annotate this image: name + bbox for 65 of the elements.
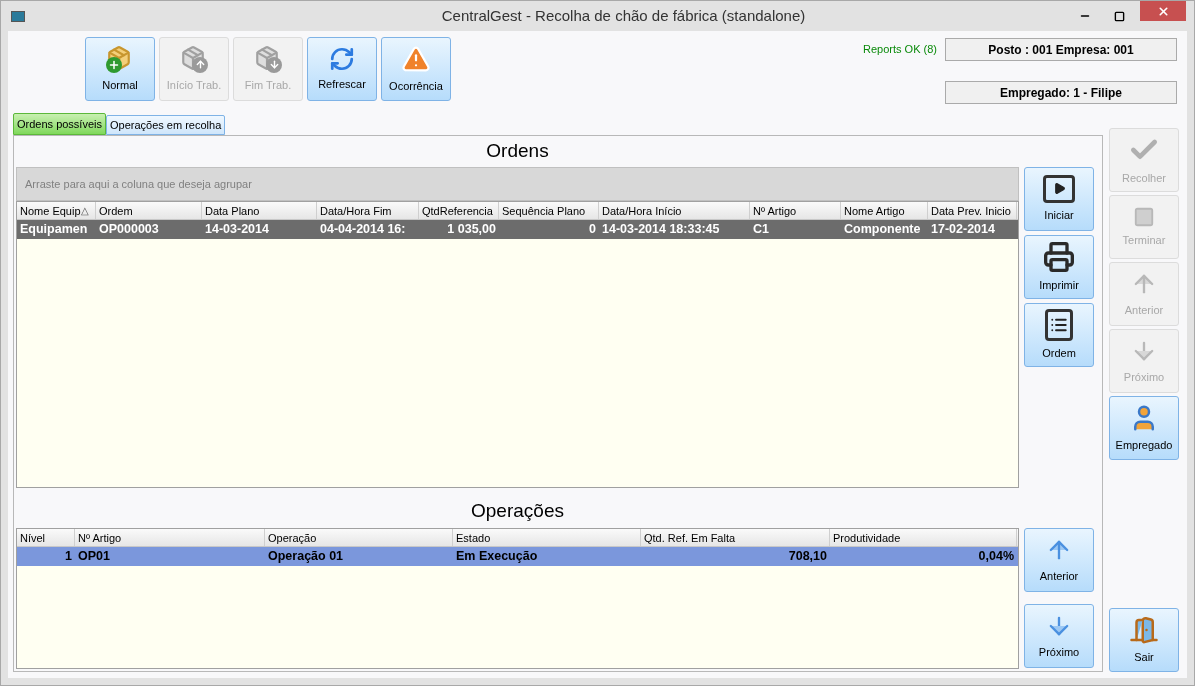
tab[interactable]: Ordens possíveis <box>13 113 106 135</box>
table-row[interactable]: 1 OP01 Operação 01 Em Execução 708,10 0,04% <box>17 547 1018 566</box>
play-icon <box>1043 174 1075 203</box>
refresh-icon <box>329 45 355 72</box>
section-title: Ordens <box>486 139 549 164</box>
table-cell-text: 1 035,00 <box>446 221 497 238</box>
toolbar-button[interactable]: Refrescar <box>307 37 377 101</box>
table-row[interactable]: Equipamen OP000003 14-03-2014 04-04-2014 16: 1 035,00 0 14-03-2014 18:33:45 C1 Componente 17-02-2014 <box>17 220 1018 239</box>
close-button[interactable] <box>1140 1 1186 21</box>
nav-button[interactable]: Próximo <box>1024 604 1094 668</box>
table-cell-text: 04-04-2014 16: <box>319 221 407 238</box>
column-header[interactable]: Operação <box>265 529 453 546</box>
table-cell-text: 17-02-2014 <box>930 221 996 238</box>
door-icon <box>1129 614 1159 645</box>
column-header[interactable]: QtdReferencia <box>419 202 499 219</box>
list-icon <box>1045 308 1073 341</box>
column-header[interactable]: Nome Artigo <box>841 202 928 219</box>
table-cell-text: 0,04% <box>977 548 1015 565</box>
column-header[interactable]: Nível <box>17 529 75 546</box>
table-cell-text: 1 <box>64 548 73 565</box>
table-cell-text: OP000003 <box>98 221 160 238</box>
table-cell-text: 14-03-2014 18:33:45 <box>601 221 721 238</box>
maximize-icon <box>1113 10 1125 22</box>
boxes-down-arrow-icon <box>254 44 282 73</box>
exit-button[interactable]: Sair <box>1109 608 1179 672</box>
table-cell-text: Em Execução <box>455 548 539 565</box>
section-title: Operações <box>471 498 564 523</box>
column-header[interactable]: Produtividade <box>830 529 1017 546</box>
column-header[interactable]: Estado <box>453 529 641 546</box>
table-cell-text: 0 <box>588 221 597 238</box>
table-cell-text: OP01 <box>77 548 111 565</box>
square-icon <box>1133 205 1155 228</box>
station-label: Posto : 001 Empresa: 001 <box>945 38 1177 61</box>
column-header[interactable]: Nome Equip△ <box>17 202 96 219</box>
toolbar-button[interactable]: Normal <box>85 37 155 101</box>
tab[interactable]: Operações em recolha <box>106 115 226 135</box>
table-cell-text: 708,10 <box>787 548 828 565</box>
side-button[interactable]: Empregado <box>1109 396 1179 460</box>
close-icon <box>1156 4 1170 18</box>
table-cell-text: Componente <box>843 221 922 238</box>
column-header[interactable]: Nº Artigo <box>75 529 265 546</box>
table-cell-text: C1 <box>752 221 770 238</box>
action-button[interactable]: Iniciar <box>1024 167 1094 231</box>
table-cell-text: Operação 01 <box>267 548 345 565</box>
boxes-up-arrow-icon <box>180 44 208 73</box>
printer-icon <box>1043 240 1075 273</box>
reports-status: Reports OK (8) <box>863 42 937 58</box>
toolbar-button[interactable]: Ocorrência <box>381 37 451 101</box>
employee-label: Empregado: 1 - Filipe <box>945 81 1177 104</box>
window-title: CentralGest - Recolha de chão de fábrica (standalone) <box>440 5 807 26</box>
column-header[interactable]: Data Prev. Inicio <box>928 202 1017 219</box>
group-by-area: Arraste para aqui a coluna que deseja agrupar <box>16 167 1019 201</box>
table-cell-text: 14-03-2014 <box>204 221 270 238</box>
action-button[interactable]: Imprimir <box>1024 235 1094 299</box>
app-icon <box>11 10 25 22</box>
column-header[interactable]: Data Plano <box>202 202 317 219</box>
column-header[interactable]: Data/Hora Fim <box>317 202 419 219</box>
table-cell-text: Equipamen <box>19 221 89 238</box>
action-button[interactable]: Ordem <box>1024 303 1094 367</box>
nav-button[interactable]: Anterior <box>1024 528 1094 592</box>
column-header[interactable]: Sequência Plano <box>499 202 599 219</box>
column-header[interactable]: Ordem <box>96 202 202 219</box>
column-header[interactable]: Data/Hora Início <box>599 202 750 219</box>
column-header[interactable]: Qtd. Ref. Em Falta <box>641 529 830 546</box>
column-header[interactable]: Nº Artigo <box>750 202 841 219</box>
